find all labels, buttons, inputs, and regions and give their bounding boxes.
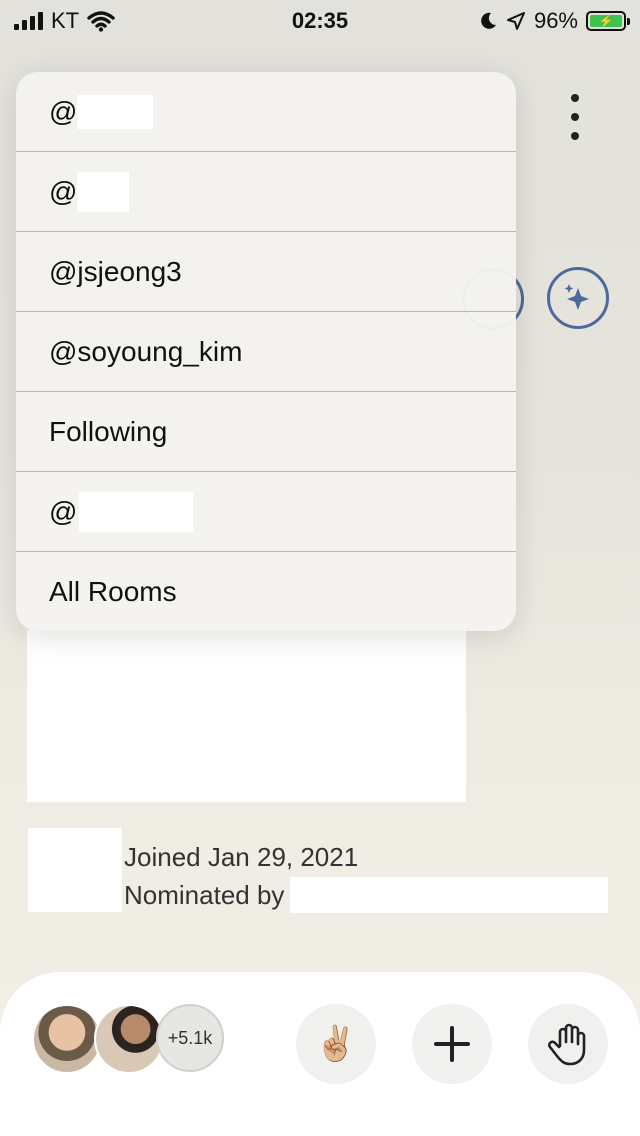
club-name-redacted bbox=[77, 171, 130, 212]
avatar[interactable] bbox=[94, 1004, 164, 1074]
dropdown-item-label: Following bbox=[49, 415, 168, 447]
sparkle-icon bbox=[564, 284, 589, 310]
raise-hand-button[interactable] bbox=[528, 1004, 608, 1084]
avatar[interactable] bbox=[32, 1004, 102, 1074]
club-name-redacted bbox=[79, 491, 194, 532]
add-room-button[interactable] bbox=[412, 1004, 492, 1084]
dropdown-item-prefix: @ bbox=[49, 175, 78, 207]
dropdown-item-label: All Rooms bbox=[49, 576, 177, 607]
profile-meta: Joined Jan 29, 2021 Nominated by bbox=[124, 838, 609, 914]
dropdown-item-club-3[interactable]: @ bbox=[16, 472, 516, 552]
nominator-redacted[interactable] bbox=[290, 877, 609, 913]
location-arrow-icon bbox=[506, 12, 525, 30]
battery-icon: ⚡ bbox=[586, 11, 630, 31]
club-avatar-redacted bbox=[28, 828, 122, 912]
nominated-by-label: Nominated by bbox=[124, 880, 285, 910]
dropdown-item-jsjeong3[interactable]: @jsjeong3 bbox=[16, 232, 516, 312]
dropdown-item-prefix: @ bbox=[49, 95, 78, 127]
status-right: 96% ⚡ bbox=[478, 8, 630, 34]
dropdown-item-soyoung-kim[interactable]: @soyoung_kim bbox=[16, 312, 516, 392]
online-count-badge[interactable]: +5.1k bbox=[156, 1004, 224, 1072]
dropdown-item-label: @jsjeong3 bbox=[49, 255, 182, 287]
dropdown-item-following[interactable]: Following bbox=[16, 392, 516, 472]
more-options-icon[interactable] bbox=[560, 94, 590, 140]
battery-percent: 96% bbox=[533, 8, 578, 33]
dropdown-item-all-rooms[interactable]: All Rooms bbox=[16, 552, 516, 631]
dropdown-item-prefix: @ bbox=[49, 495, 78, 527]
dropdown-item-club-1[interactable]: @ bbox=[16, 72, 516, 152]
dropdown-item-label: @soyoung_kim bbox=[49, 335, 243, 367]
peace-hand-icon: ✌🏼 bbox=[314, 1025, 358, 1063]
raise-hand-icon bbox=[548, 1023, 586, 1066]
status-bar: KT 02:35 96% ⚡ bbox=[0, 0, 640, 40]
joined-date: Joined Jan 29, 2021 bbox=[124, 842, 359, 872]
club-name-redacted bbox=[77, 94, 154, 129]
plus-icon bbox=[434, 1026, 470, 1062]
nominated-by-row: Nominated by bbox=[124, 876, 609, 914]
wave-button[interactable]: ✌🏼 bbox=[296, 1004, 376, 1084]
bio-redacted bbox=[27, 630, 466, 802]
moon-icon bbox=[481, 12, 496, 29]
sparkle-button[interactable] bbox=[547, 267, 609, 329]
dropdown-item-club-2[interactable]: @ bbox=[16, 152, 516, 232]
feed-filter-dropdown: @ @ @jsjeong3 @soyoung_kim Following @ A… bbox=[16, 72, 516, 631]
